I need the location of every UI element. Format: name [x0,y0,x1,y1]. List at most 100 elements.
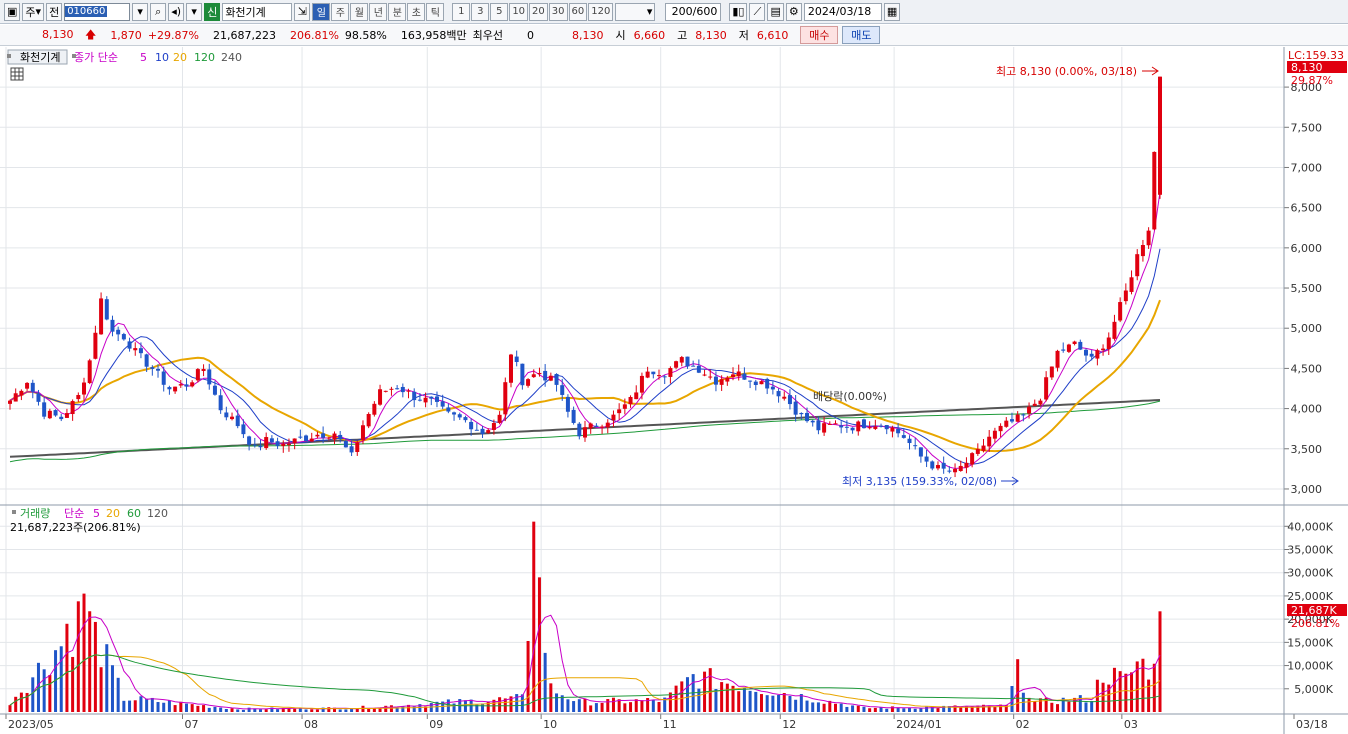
interval-5[interactable]: 5 [490,2,509,21]
volume-bar [1056,704,1060,712]
sell-button[interactable]: 매도 [842,26,881,44]
candle-down [947,470,952,472]
stock-name-field[interactable]: 화천기계 [222,2,293,21]
candle-down [184,384,189,387]
volume-bar [230,708,234,712]
volume-legend-title[interactable]: 거래량 [20,507,50,520]
volume-bar [816,702,820,712]
candle-down [930,461,935,469]
data-count-field[interactable]: 200/600 [665,2,722,21]
volume-bar [99,667,103,712]
code-dropdown-icon[interactable]: ▾ [132,2,149,21]
volume-bar [327,707,331,712]
tab-day[interactable]: 일 [312,2,331,21]
volume-bar [350,708,354,712]
volume-legend-ma60[interactable]: 60 [127,507,141,520]
chart-type-icon[interactable]: ⇲ [294,2,311,21]
candle-icon[interactable]: ▮▯ [729,2,748,21]
gear-icon[interactable]: ⚙ [785,2,802,21]
tab-tick[interactable]: 틱 [426,2,445,21]
volume-legend-ma5[interactable]: 5 [93,507,100,520]
volume-legend-ma20[interactable]: 20 [106,507,120,520]
candle-down [810,420,815,423]
volume-bar [14,696,18,712]
volume-bar [65,623,69,712]
date-field[interactable]: 2024/03/18 [803,2,882,21]
legend-ma-title[interactable]: 종가 단순 [74,51,118,64]
table-icon[interactable] [10,67,24,81]
interval-20[interactable]: 20 [529,2,548,21]
candle-up [70,401,75,415]
interval-60[interactable]: 60 [568,2,588,21]
interval-120[interactable]: 120 [588,2,614,21]
volume-bar [543,652,547,712]
volume-bar [82,593,86,712]
volume-bar [19,692,23,712]
tab-second[interactable]: 초 [407,2,426,21]
volume-legend-ma120[interactable]: 120 [147,507,168,520]
volume-bar [845,706,849,712]
volume-bar [315,709,319,712]
volume-bar [401,706,405,712]
volume-bar [1027,697,1031,712]
buy-button[interactable]: 매수 [800,26,839,44]
legend-ma240[interactable]: 240 [221,51,242,64]
candle-up [82,382,87,395]
volume-legend-ma-title[interactable]: 단순 [64,507,84,520]
search-icon[interactable]: ⌕ [150,2,167,21]
tab-minute[interactable]: 분 [388,2,407,21]
interval-1[interactable]: 1 [452,2,471,21]
tab-month[interactable]: 월 [350,2,369,21]
market-select[interactable]: 주 ▾ [22,2,45,21]
volume-bar [788,695,792,712]
candle-down [474,429,479,431]
candle-down [161,371,166,385]
interval-10[interactable]: 10 [509,2,529,21]
legend-ma20[interactable]: 20 [173,51,187,64]
volume-bar [116,677,120,712]
sound-icon[interactable]: ◂) [168,2,185,21]
volume-bar [367,708,371,712]
chart-background [0,47,1348,734]
volume-bar [31,677,35,712]
interval-30[interactable]: 30 [548,2,568,21]
tab-year[interactable]: 년 [369,2,388,21]
volume-bar [714,689,718,712]
price-tick-label: 5,500 [1291,282,1323,295]
low-label: 저 [738,29,749,42]
candle-up [315,434,320,437]
price-tick-label: 3,500 [1291,443,1323,456]
volume-bar [759,694,763,712]
volume-bar [344,709,348,712]
stock-code-input[interactable]: 010660 [64,2,131,21]
legend-ma10[interactable]: 10 [155,51,169,64]
calendar-icon[interactable]: ▦ [883,2,901,21]
legend-ma5[interactable]: 5 [140,51,147,64]
volume-bar [720,682,724,712]
legend-ma120[interactable]: 120 [194,51,215,64]
volume-bar [213,706,217,712]
candle-down [127,341,132,349]
layout-icon[interactable]: ▣ [4,2,21,21]
candle-up [725,377,730,382]
interval-3[interactable]: 3 [471,2,490,21]
sound-dropdown-icon[interactable]: ▾ [186,2,203,21]
candle-down [913,445,918,447]
price-tick-label: 7,500 [1291,121,1323,134]
candle-up [286,443,291,446]
volume-bar [1033,701,1037,712]
scope-button[interactable]: 전 [46,2,63,21]
candle-down [440,401,445,407]
candle-down [349,446,354,453]
dividend-annotation: 배당락(0.00%) [813,390,887,403]
candle-up [953,468,958,473]
save-icon[interactable]: ▤ [767,2,784,21]
tab-week[interactable]: 주 [331,2,350,21]
draw-tool-icon[interactable]: ⟋ [749,2,766,21]
volume-bar [794,699,798,712]
volume-bar [896,707,900,712]
volume-bar [748,690,752,712]
price-chart[interactable]: 8,0007,5007,0006,5006,0005,5005,0004,500… [0,47,1348,734]
low-annotation: 최저 3,135 (159.33%, 02/08) [842,475,997,488]
interval-custom-select[interactable]: ▾ [615,2,656,21]
